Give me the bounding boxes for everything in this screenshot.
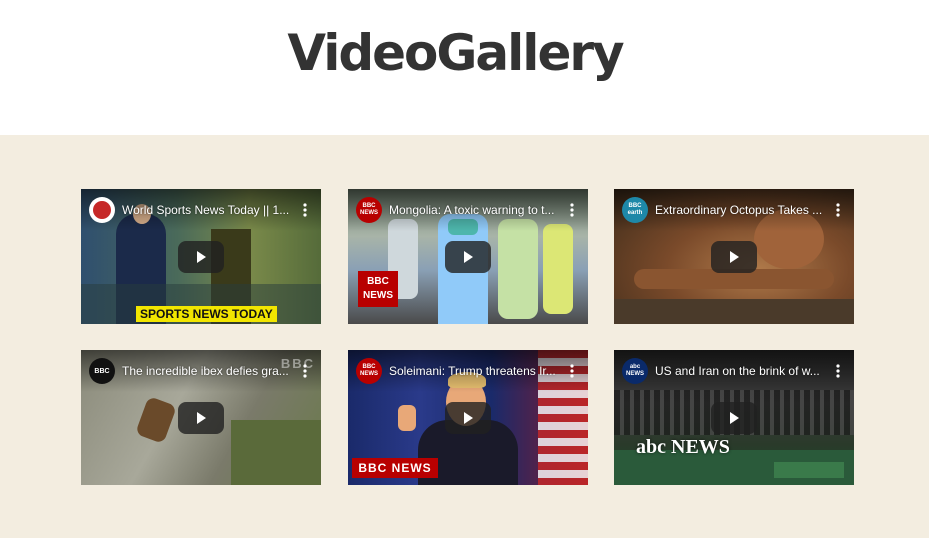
bbc-news-watermark: BBC NEWS [358,271,398,307]
bbc-earth-logo-icon: BBC earth [622,197,648,223]
play-icon [464,251,473,263]
play-button[interactable] [445,402,491,434]
sports-news-logo-icon [89,197,115,223]
video-tile-5[interactable]: BBC NEWS Soleimani: Trump threatens Ir...… [348,350,588,485]
video-title[interactable]: Mongolia: A toxic warning to t... [389,203,559,217]
video-tile-2[interactable]: BBC NEWS Mongolia: A toxic warning to t..… [348,189,588,324]
video-title[interactable]: The incredible ibex defies gra... [122,364,292,378]
bbc-logo-icon: BBC [89,358,115,384]
more-options-icon[interactable] [830,361,846,381]
play-button[interactable] [445,241,491,273]
more-options-icon[interactable] [830,200,846,220]
play-button[interactable] [178,241,224,273]
video-tile-3[interactable]: BBC earth Extraordinary Octopus Takes ... [614,189,854,324]
video-title[interactable]: Extraordinary Octopus Takes ... [655,203,825,217]
video-tile-1[interactable]: World Sports News Today || 1... SPORTS N… [81,189,321,324]
bbc-news-watermark: BBC NEWS [352,458,438,478]
bbc-news-logo-icon: BBC NEWS [356,197,382,223]
video-title[interactable]: Soleimani: Trump threatens Ir... [389,364,559,378]
play-button[interactable] [711,241,757,273]
bbc-news-logo-icon: BBC NEWS [356,358,382,384]
more-options-icon[interactable] [564,200,580,220]
abc-news-logo-icon: abc NEWS [622,358,648,384]
play-icon [730,412,739,424]
play-button[interactable] [178,402,224,434]
play-icon [197,251,206,263]
video-gallery: World Sports News Today || 1... SPORTS N… [0,135,929,538]
video-tile-4[interactable]: BBC The incredible ibex defies gra... BB… [81,350,321,485]
video-tile-6[interactable]: abc NEWS US and Iran on the brink of w...… [614,350,854,485]
overlay-caption: SPORTS NEWS TODAY [136,306,277,322]
header: VideoGallery [0,0,929,135]
play-icon [197,412,206,424]
play-button[interactable] [711,402,757,434]
page-title: VideoGallery [287,24,624,82]
video-title[interactable]: World Sports News Today || 1... [122,203,292,217]
video-title[interactable]: US and Iran on the brink of w... [655,364,825,378]
bbc-watermark: BBC [280,356,315,371]
abc-news-watermark: abc NEWS [636,436,730,458]
more-options-icon[interactable] [564,361,580,381]
more-options-icon[interactable] [297,200,313,220]
play-icon [464,412,473,424]
play-icon [730,251,739,263]
